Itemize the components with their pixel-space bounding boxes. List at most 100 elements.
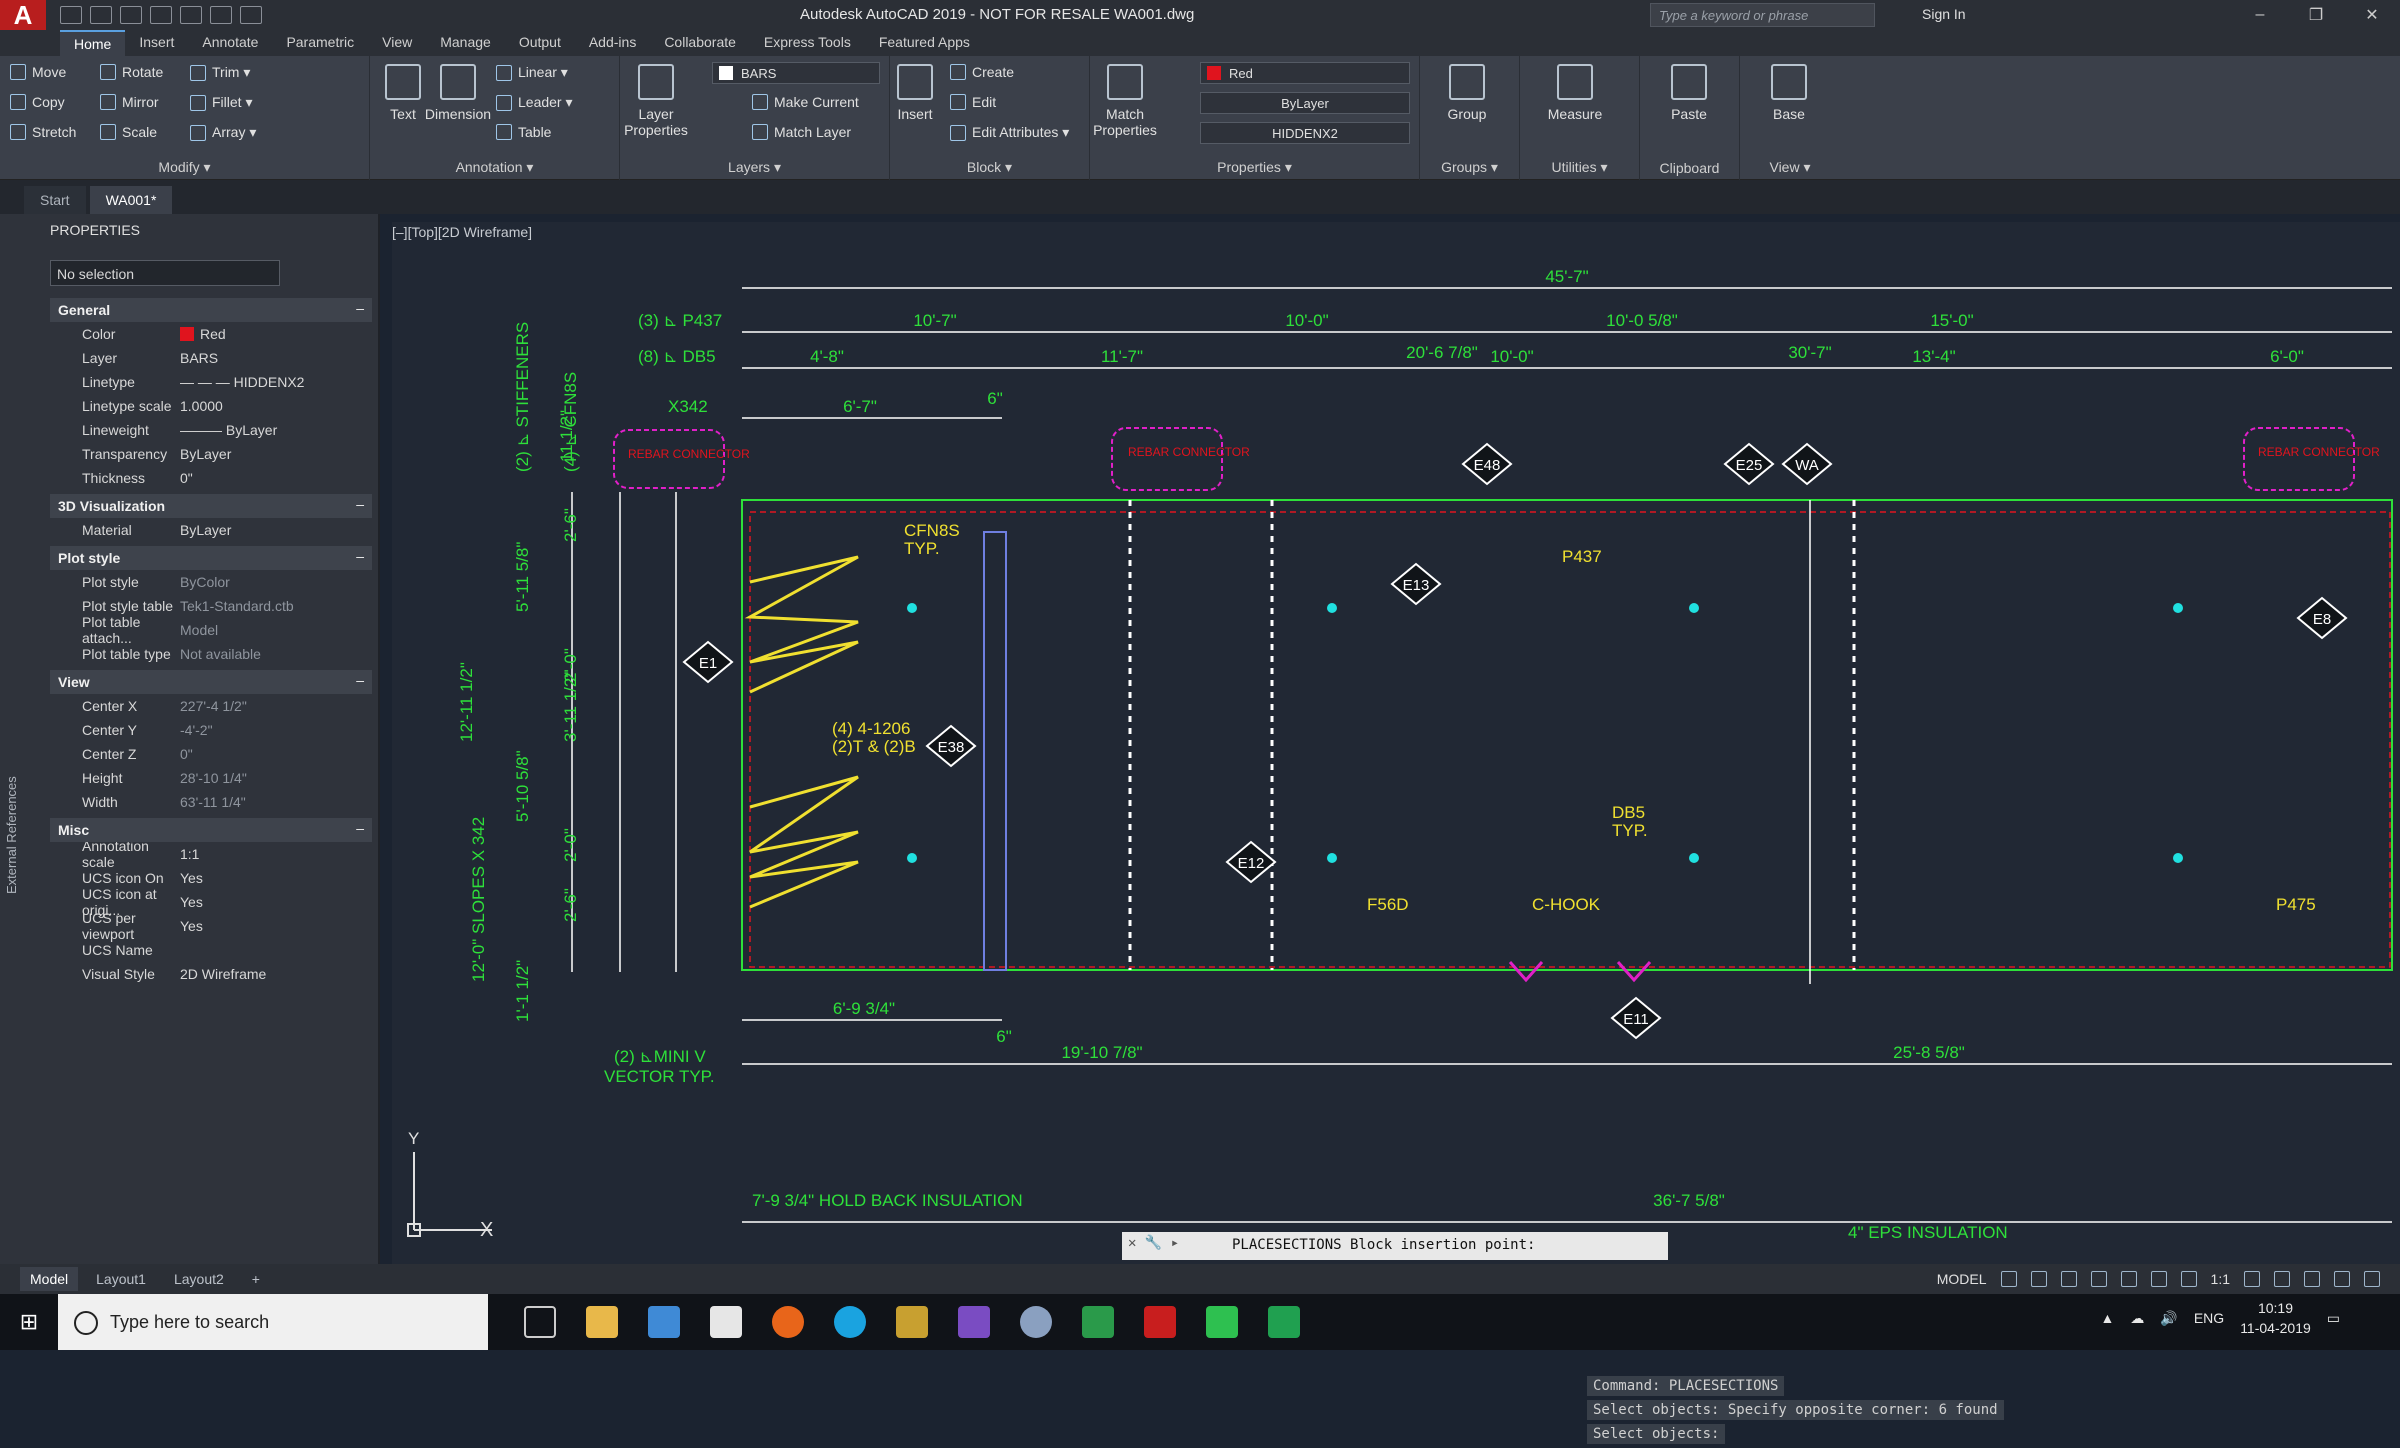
property-row[interactable]: UCS Name	[50, 938, 372, 962]
tab-view[interactable]: View	[368, 30, 426, 56]
restore-button[interactable]: ❐	[2288, 0, 2344, 30]
property-section-header[interactable]: Misc	[50, 818, 372, 842]
visual-studio-icon[interactable]	[958, 1306, 990, 1338]
fillet-button[interactable]: Fillet ▾	[190, 94, 252, 111]
redo-icon[interactable]	[240, 6, 262, 24]
view-panel-title[interactable]: View ▾	[1740, 159, 1840, 176]
property-row[interactable]: Center X 227'-4 1/2"	[50, 694, 372, 718]
app-icon[interactable]	[1020, 1306, 1052, 1338]
property-row[interactable]: Transparency ByLayer	[50, 442, 372, 466]
trim-button[interactable]: Trim ▾	[190, 64, 250, 81]
lineweight-icon[interactable]	[2150, 1271, 2167, 1287]
property-section-header[interactable]: 3D Visualization	[50, 494, 372, 518]
paste-button[interactable]: Paste	[1654, 64, 1724, 122]
app-icon[interactable]	[896, 1306, 928, 1338]
property-row[interactable]: Material ByLayer	[50, 518, 372, 542]
mirror-button[interactable]: Mirror	[100, 94, 159, 110]
firefox-icon[interactable]	[772, 1306, 804, 1338]
property-row[interactable]: Center Y -4'-2"	[50, 718, 372, 742]
block-panel-title[interactable]: Block ▾	[890, 159, 1089, 176]
mail-icon[interactable]	[710, 1306, 742, 1338]
tab-annotate[interactable]: Annotate	[188, 30, 272, 56]
property-section-header[interactable]: Plot style	[50, 546, 372, 570]
scale-button[interactable]: Scale	[100, 124, 157, 140]
make-current-button[interactable]: Make Current	[752, 94, 859, 110]
command-line-icons[interactable]: ✕ 🔧 ▸	[1128, 1235, 1179, 1251]
property-row[interactable]: Plot table type Not available	[50, 642, 372, 666]
polar-icon[interactable]	[2090, 1271, 2107, 1287]
property-section-header[interactable]: General	[50, 298, 372, 322]
external-references-tab[interactable]: External References	[4, 776, 19, 894]
property-row[interactable]: Visual Style 2D Wireframe	[50, 962, 372, 986]
isolate-icon[interactable]	[2304, 1271, 2320, 1287]
annotation-panel-title[interactable]: Annotation ▾	[370, 159, 619, 176]
property-row[interactable]: Thickness 0"	[50, 466, 372, 490]
color-dropdown[interactable]: Red	[1200, 62, 1410, 84]
linetype-dropdown[interactable]: HIDDENX2	[1200, 122, 1410, 144]
close-button[interactable]: ✕	[2344, 0, 2400, 30]
gear-icon[interactable]	[2244, 1271, 2260, 1287]
tab-insert[interactable]: Insert	[125, 30, 188, 56]
task-view-icon[interactable]	[524, 1306, 556, 1338]
move-button[interactable]: Move	[10, 64, 66, 80]
file-explorer-icon[interactable]	[586, 1306, 618, 1338]
element-marker[interactable]: WA	[1781, 442, 1833, 486]
tab-collaborate[interactable]: Collaborate	[650, 30, 750, 56]
element-marker[interactable]: E8	[2296, 596, 2348, 640]
viewport-controls[interactable]: [–][Top][2D Wireframe]	[392, 224, 532, 240]
dimension-button[interactable]: Dimension	[408, 64, 508, 122]
measure-button[interactable]: Measure	[1540, 64, 1610, 122]
autocad-taskbar-icon[interactable]	[1144, 1306, 1176, 1338]
lineweight-dropdown[interactable]: ByLayer	[1200, 92, 1410, 114]
copy-button[interactable]: Copy	[10, 94, 65, 110]
drawing-canvas[interactable]: [–][Top][2D Wireframe] E1 E38 E48 E13 E2…	[392, 222, 2400, 1444]
tab-layout2[interactable]: Layout2	[164, 1267, 234, 1291]
add-layout-button[interactable]: +	[242, 1267, 270, 1291]
grid-icon[interactable]	[2000, 1271, 2017, 1287]
plot-icon[interactable]	[180, 6, 202, 24]
property-row[interactable]: Linetype scale 1.0000	[50, 394, 372, 418]
table-button[interactable]: Table	[496, 124, 551, 140]
onedrive-icon[interactable]: ☁	[2130, 1310, 2144, 1327]
property-row[interactable]: Plot style ByColor	[50, 570, 372, 594]
skype-icon[interactable]	[834, 1306, 866, 1338]
tab-parametric[interactable]: Parametric	[272, 30, 368, 56]
tab-featured-apps[interactable]: Featured Apps	[865, 30, 984, 56]
element-marker[interactable]: E12	[1225, 840, 1277, 884]
selection-dropdown[interactable]: No selection	[50, 260, 280, 286]
element-marker[interactable]: E25	[1723, 442, 1775, 486]
base-view-button[interactable]: Base	[1754, 64, 1824, 122]
property-row[interactable]: Layer BARS	[50, 346, 372, 370]
store-icon[interactable]	[648, 1306, 680, 1338]
language-indicator[interactable]: ENG	[2194, 1310, 2224, 1326]
osnap-icon[interactable]	[2120, 1271, 2137, 1287]
rotate-button[interactable]: Rotate	[100, 64, 163, 80]
ortho-icon[interactable]	[2060, 1271, 2077, 1287]
layer-dropdown[interactable]: BARS	[712, 62, 880, 84]
leader-button[interactable]: Leader ▾	[496, 94, 573, 111]
properties-panel-title[interactable]: Properties ▾	[1090, 159, 1419, 176]
stretch-button[interactable]: Stretch	[10, 124, 76, 140]
utilities-panel-title[interactable]: Utilities ▾	[1520, 159, 1639, 176]
tab-wa001[interactable]: WA001*	[89, 186, 173, 214]
property-row[interactable]: Lineweight ——— ByLayer	[50, 418, 372, 442]
property-row[interactable]: Height 28'-10 1/4"	[50, 766, 372, 790]
plus-icon[interactable]	[2274, 1271, 2290, 1287]
taskbar-search-input[interactable]: Type here to search	[58, 1294, 488, 1350]
insert-button[interactable]: Insert	[880, 64, 950, 122]
tab-layout1[interactable]: Layout1	[86, 1267, 156, 1291]
array-button[interactable]: Array ▾	[190, 124, 256, 141]
camtasia-icon[interactable]	[1206, 1306, 1238, 1338]
layer-properties-button[interactable]: Layer Properties	[616, 64, 696, 138]
save-icon[interactable]	[120, 6, 142, 24]
clock[interactable]: 10:19 11-04-2019	[2240, 1298, 2311, 1338]
modify-panel-title[interactable]: Modify ▾	[0, 159, 369, 176]
element-marker[interactable]: E1	[682, 640, 734, 684]
layers-panel-title[interactable]: Layers ▾	[620, 159, 889, 176]
tab-manage[interactable]: Manage	[426, 30, 505, 56]
model-space-button[interactable]: MODEL	[1937, 1271, 1987, 1287]
open-icon[interactable]	[90, 6, 112, 24]
element-marker[interactable]: E11	[1610, 996, 1662, 1040]
create-block-button[interactable]: Create	[950, 64, 1014, 80]
match-properties-button[interactable]: Match Properties	[1090, 64, 1160, 138]
